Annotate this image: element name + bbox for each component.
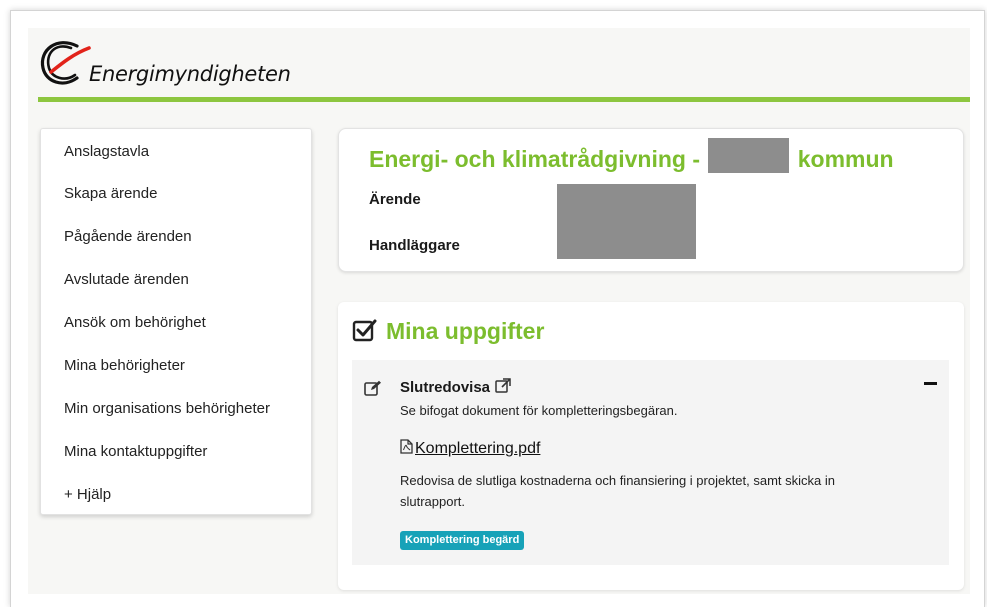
sidebar-item-skapa-arende[interactable]: Skapa ärende: [64, 185, 157, 202]
header-accent-bar: [38, 97, 970, 102]
case-info-panel: Energi- och klimatrådgivning - kommun Är…: [338, 128, 964, 272]
checkbox-checked-icon: [352, 319, 377, 342]
external-link-icon[interactable]: [495, 378, 511, 393]
site-logo[interactable]: Energimyndigheten: [37, 38, 297, 88]
case-title: Energi- och klimatrådgivning - kommun: [369, 138, 894, 174]
tasks-panel: Mina uppgifter Slutredovisa Se bifogat d…: [338, 302, 964, 590]
minus-icon[interactable]: [924, 382, 937, 385]
sidebar-item-mina-behorigheter[interactable]: Mina behörigheter: [64, 357, 185, 374]
sidebar-item-ansok-om-behorighet[interactable]: Ansök om behörighet: [64, 314, 206, 331]
sidebar-item-hjalp[interactable]: + Hjälp: [64, 486, 111, 503]
task-description: Se bifogat dokument för kompletteringsbe…: [400, 403, 678, 418]
case-title-prefix: Energi- och klimatrådgivning -: [369, 146, 700, 172]
sidebar-nav: Anslagstavla Skapa ärende Pågående ärend…: [40, 128, 312, 515]
redacted-municipality: [708, 138, 790, 174]
edit-icon[interactable]: [364, 380, 382, 396]
sidebar-item-avslutade-arenden[interactable]: Avslutade ärenden: [64, 271, 189, 288]
tasks-heading-text: Mina uppgifter: [386, 318, 545, 344]
pdf-file-icon: [400, 439, 413, 454]
field-label-arende: Ärende: [369, 191, 421, 208]
field-label-handlaggare: Handläggare: [369, 237, 460, 254]
site-header: Energimyndigheten: [28, 28, 970, 100]
brand-name: Energimyndigheten: [89, 62, 291, 86]
energimyndigheten-logo-icon: [40, 41, 91, 85]
tasks-heading: Mina uppgifter: [352, 318, 544, 345]
sidebar-item-anslagstavla[interactable]: Anslagstavla: [64, 143, 149, 160]
sidebar-item-min-organisations-behorigheter[interactable]: Min organisations behörigheter: [64, 400, 270, 417]
task-note: Redovisa de slutliga kostnaderna och fin…: [400, 473, 836, 509]
attachment-link[interactable]: Komplettering.pdf: [400, 439, 540, 458]
redacted-field-values: [557, 184, 696, 259]
sidebar-item-mina-kontaktuppgifter[interactable]: Mina kontaktuppgifter: [64, 443, 207, 460]
task-name-text[interactable]: Slutredovisa: [400, 379, 490, 396]
task-name[interactable]: Slutredovisa: [400, 378, 511, 396]
status-badge: Komplettering begärd: [400, 531, 525, 550]
task-card: Slutredovisa Se bifogat dokument för kom…: [352, 360, 949, 565]
sidebar-item-pagaende-arenden[interactable]: Pågående ärenden: [64, 228, 192, 245]
attachment-filename[interactable]: Komplettering.pdf: [415, 440, 540, 457]
case-title-suffix: kommun: [797, 146, 894, 172]
